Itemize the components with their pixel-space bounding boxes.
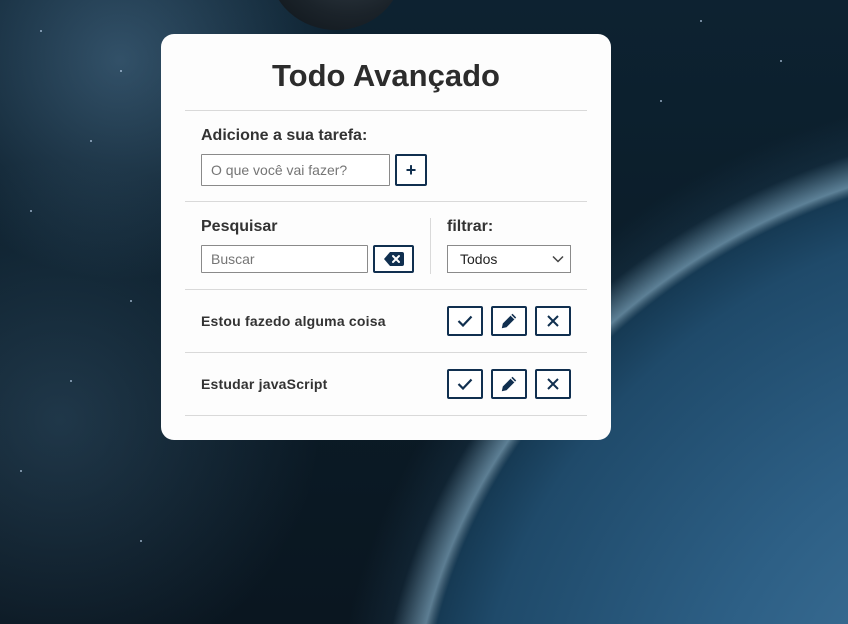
plus-icon: + [405, 159, 417, 180]
check-icon [457, 378, 473, 390]
search-label: Pesquisar [201, 218, 278, 235]
pencil-icon [501, 376, 517, 392]
pencil-icon [501, 313, 517, 329]
finish-todo-button[interactable] [447, 306, 483, 336]
add-task-button[interactable]: + [395, 154, 427, 186]
tools-section: Pesquisar filtrar: Todos [185, 202, 587, 290]
check-icon [457, 315, 473, 327]
todo-item: Estudar javaScript [185, 353, 587, 416]
clear-search-button[interactable] [373, 245, 414, 273]
add-task-row: + [201, 154, 571, 186]
page-title: Todo Avançado [185, 34, 587, 111]
todo-item-text: Estudar javaScript [201, 376, 328, 392]
filter-label: filtrar: [447, 218, 494, 235]
add-task-label: Adicione a sua tarefa: [201, 127, 368, 144]
search-section: Pesquisar [201, 218, 431, 274]
finish-todo-button[interactable] [447, 369, 483, 399]
filter-section: filtrar: Todos [431, 218, 571, 289]
chevron-down-icon [552, 255, 564, 263]
edit-todo-button[interactable] [491, 306, 527, 336]
edit-todo-button[interactable] [491, 369, 527, 399]
todo-actions [447, 369, 571, 399]
backspace-icon [383, 252, 404, 266]
filter-selected-value: Todos [460, 251, 498, 267]
add-task-input[interactable] [201, 154, 390, 186]
remove-todo-button[interactable] [535, 306, 571, 336]
search-row [201, 245, 430, 273]
todo-item-text: Estou fazedo alguma coisa [201, 313, 386, 329]
todo-item: Estou fazedo alguma coisa [185, 290, 587, 353]
close-icon [547, 378, 559, 390]
add-task-section: Adicione a sua tarefa: + [185, 111, 587, 202]
todo-card: Todo Avançado Adicione a sua tarefa: + P… [161, 34, 611, 440]
close-icon [547, 315, 559, 327]
remove-todo-button[interactable] [535, 369, 571, 399]
todo-actions [447, 306, 571, 336]
search-input[interactable] [201, 245, 368, 273]
filter-select[interactable]: Todos [447, 245, 571, 273]
